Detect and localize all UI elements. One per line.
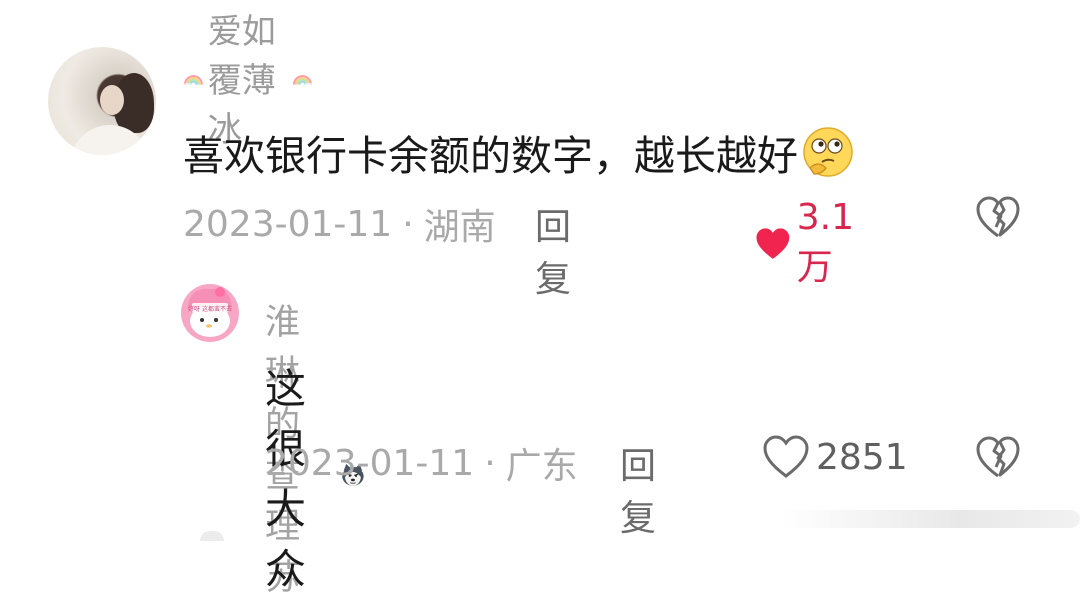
avatar[interactable]	[48, 47, 156, 155]
meta-separator: ·	[402, 203, 414, 245]
broken-heart-icon[interactable]	[975, 436, 1021, 478]
comment-text: 喜欢银行卡余额的数字，越长越好	[183, 122, 856, 182]
comment-body: 喜欢银行卡余额的数字，越长越好	[183, 132, 798, 180]
comment-location: 湖南	[423, 207, 496, 248]
thinking-face-emoji	[803, 127, 853, 177]
meta-separator: ·	[484, 442, 496, 484]
heart-filled-icon	[756, 227, 790, 259]
reply-like-button[interactable]: 2851	[762, 435, 908, 479]
comment-meta: 2023-01-11 · 湖南	[183, 198, 496, 250]
comment-date: 2023-01-11	[183, 203, 393, 245]
avatar-caption: 好呀 这都蛮不去	[188, 305, 232, 313]
like-count: 3.1万	[796, 197, 855, 288]
rainbow-icon	[293, 75, 313, 85]
heart-outline-icon	[763, 435, 809, 478]
reply-meta: 2023-01-11 · 广东	[265, 437, 578, 489]
reply-like-count: 2851	[816, 436, 908, 478]
melody-avatar-image: 好呀 这都蛮不去	[181, 284, 239, 342]
reply-button[interactable]: 回复	[535, 198, 571, 302]
comment-username[interactable]: 爱如覆薄冰	[183, 12, 313, 150]
like-button[interactable]: 3.1万	[755, 197, 866, 290]
next-item-edge	[200, 531, 224, 541]
reply-location: 广东	[505, 446, 578, 487]
reply-reply-button[interactable]: 回复	[620, 437, 656, 541]
reply-date: 2023-01-11	[265, 442, 475, 484]
broken-heart-icon[interactable]	[975, 196, 1021, 238]
watermark-fade	[780, 510, 1080, 528]
reply-avatar[interactable]: 好呀 这都蛮不去	[180, 283, 240, 343]
rainbow-icon	[183, 75, 203, 85]
